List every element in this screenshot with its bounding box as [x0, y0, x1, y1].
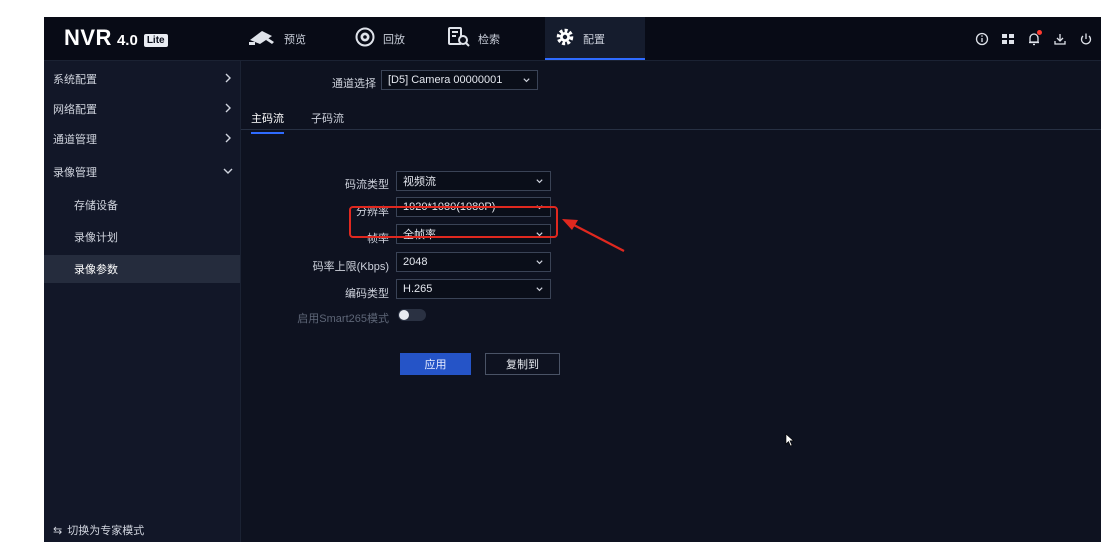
gear-icon: [555, 27, 583, 50]
nvr-logo: NVR 4.0 Lite: [64, 25, 168, 51]
resolution-select[interactable]: 1920*1080(1080P): [396, 197, 551, 217]
chevron-down-icon: [536, 205, 543, 210]
chevron-down-icon: [536, 232, 543, 237]
annotation-arrow-icon: [562, 219, 625, 252]
expert-mode-label: 切换为专家模式: [67, 525, 145, 537]
encoding-type-value: H.265: [403, 283, 433, 295]
sidebar-item-recording-params[interactable]: 录像参数: [44, 255, 240, 283]
sidebar-item-label: 通道管理: [53, 134, 97, 146]
stream-type-value: 视频流: [403, 176, 436, 188]
bitrate-limit-label: 码率上限(Kbps): [312, 261, 389, 273]
chevron-down-icon: [536, 179, 543, 184]
channel-select[interactable]: [D5] Camera 00000001: [381, 70, 538, 90]
sidebar-item-label: 录像管理: [53, 167, 97, 179]
tab-search[interactable]: 检索: [448, 17, 538, 60]
info-icon[interactable]: [971, 28, 993, 50]
playback-icon: [355, 27, 383, 50]
camera-icon: [248, 28, 284, 49]
tab-main-stream[interactable]: 主码流: [251, 110, 284, 134]
frame-rate-select[interactable]: 全帧率: [396, 224, 551, 244]
nvr-app-window: NVR 4.0 Lite 预览 回放 检索 配置 系统配置 网络配置 通道管理 …: [44, 17, 1101, 542]
frame-rate-value: 全帧率: [403, 229, 436, 241]
layout-icon[interactable]: [997, 28, 1019, 50]
logo-edition-badge: Lite: [143, 34, 168, 47]
sidebar-item-system-config[interactable]: 系统配置: [44, 66, 240, 92]
encoding-type-select[interactable]: H.265: [396, 279, 551, 299]
chevron-down-icon: [536, 287, 543, 292]
sidebar-item-label: 网络配置: [53, 104, 97, 116]
sidebar-item-channel-management[interactable]: 通道管理: [44, 126, 240, 152]
sidebar-item-label: 录像计划: [74, 232, 118, 244]
stream-type-select[interactable]: 视频流: [396, 171, 551, 191]
toggle-knob: [399, 310, 409, 320]
chevron-right-icon: [225, 133, 231, 143]
stream-type-label: 码流类型: [345, 179, 389, 191]
tab-preview[interactable]: 预览: [248, 17, 343, 60]
swap-icon: ⇆: [53, 524, 63, 537]
tab-preview-label: 预览: [284, 33, 306, 46]
expert-mode-switch[interactable]: ⇆ 切换为专家模式: [53, 522, 144, 538]
resolution-value: 1920*1080(1080P): [403, 201, 496, 213]
top-navigation-bar: NVR 4.0 Lite 预览 回放 检索 配置: [44, 17, 1101, 61]
chevron-right-icon: [225, 103, 231, 113]
sidebar-item-label: 录像参数: [74, 264, 118, 276]
sidebar: 系统配置 网络配置 通道管理 录像管理 存储设备 录像计划 录像参数 ⇆ 切换为…: [44, 61, 241, 542]
search-file-icon: [448, 27, 478, 50]
sidebar-item-recording-schedule[interactable]: 录像计划: [44, 224, 240, 250]
smart265-toggle[interactable]: [398, 309, 426, 321]
chevron-down-icon: [536, 260, 543, 265]
mouse-cursor-icon: [785, 433, 795, 447]
power-icon[interactable]: [1075, 28, 1097, 50]
copy-to-button[interactable]: 复制到: [485, 353, 560, 375]
logo-text: NVR: [64, 25, 112, 50]
apply-button[interactable]: 应用: [400, 353, 471, 375]
logo-version: 4.0: [116, 32, 138, 49]
bitrate-limit-select[interactable]: 2048: [396, 252, 551, 272]
tab-config-label: 配置: [583, 33, 605, 46]
bell-icon[interactable]: [1023, 28, 1045, 50]
download-icon[interactable]: [1049, 28, 1071, 50]
stream-tabs: 主码流 子码流: [241, 102, 1101, 134]
main-content: 通道选择 [D5] Camera 00000001 主码流 子码流 码流类型 视…: [241, 61, 1101, 542]
bitrate-limit-value: 2048: [403, 256, 428, 268]
toolbar-icons: [967, 17, 1097, 60]
sidebar-item-label: 存储设备: [74, 200, 118, 212]
tab-playback[interactable]: 回放: [355, 17, 440, 60]
tab-search-label: 检索: [478, 33, 500, 46]
encoding-type-label: 编码类型: [345, 288, 389, 300]
chevron-down-icon: [523, 78, 530, 83]
smart265-label: 启用Smart265模式: [297, 313, 389, 325]
tab-config[interactable]: 配置: [545, 17, 645, 60]
tab-playback-label: 回放: [383, 33, 405, 46]
sidebar-item-recording-management[interactable]: 录像管理: [44, 159, 240, 185]
frame-rate-label: 帧率: [367, 233, 389, 245]
sidebar-item-network-config[interactable]: 网络配置: [44, 96, 240, 122]
sidebar-item-label: 系统配置: [53, 74, 97, 86]
channel-select-label: 通道选择: [332, 78, 376, 90]
channel-select-value: [D5] Camera 00000001: [388, 74, 503, 86]
alert-dot: [1037, 29, 1042, 35]
resolution-label: 分辨率: [356, 206, 389, 218]
tab-sub-stream[interactable]: 子码流: [311, 110, 344, 132]
sidebar-item-storage-device[interactable]: 存储设备: [44, 192, 240, 218]
